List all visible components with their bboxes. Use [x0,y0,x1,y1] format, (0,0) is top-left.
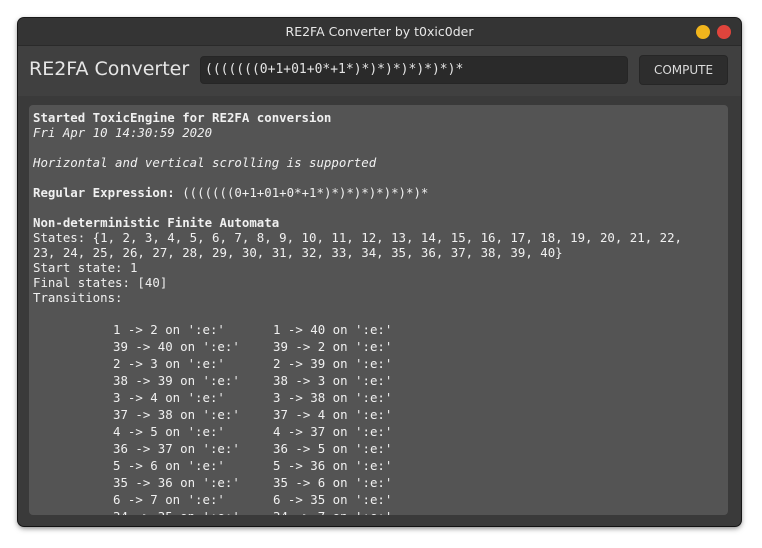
start-state-line: Start state: 1 [33,260,138,275]
transition-row: 3 -> 4 on ':e:' 3 -> 38 on ':e:' [33,389,725,406]
minimize-button[interactable] [696,25,710,39]
states-line-1: States: {1, 2, 3, 4, 5, 6, 7, 8, 9, 10, … [33,230,683,245]
transition-cell: 39 -> 40 on ':e:' [113,339,240,354]
transition-row: 36 -> 37 on ':e:' 36 -> 5 on ':e:' [33,440,725,457]
nfa-heading: Non-deterministic Finite Automata [33,215,280,230]
close-button[interactable] [717,25,731,39]
compute-button[interactable]: COMPUTE [639,55,728,85]
window-title: RE2FA Converter by t0xic0der [285,24,474,39]
transition-cell: 1 -> 2 on ':e:' [113,322,225,337]
transition-cell: 38 -> 3 on ':e:' [273,373,393,388]
title-bar[interactable]: RE2FA Converter by t0xic0der [18,18,741,46]
transition-row: 6 -> 7 on ':e:' 6 -> 35 on ':e:' [33,491,725,508]
transition-cell: 2 -> 3 on ':e:' [113,356,225,371]
transition-row: 4 -> 5 on ':e:' 4 -> 37 on ':e:' [33,423,725,440]
transition-cell: 4 -> 5 on ':e:' [113,424,225,439]
transition-cell: 36 -> 5 on ':e:' [273,441,393,456]
transitions-list: 1 -> 2 on ':e:' 1 -> 40 on ':e:' 39 -> 40 … [33,321,725,515]
transition-cell: 34 -> 35 on ':e:' [113,508,240,515]
transition-row: 35 -> 36 on ':e:' 35 -> 6 on ':e:' [33,474,725,491]
final-states-line: Final states: [40] [33,275,168,290]
transition-cell: 3 -> 4 on ':e:' [113,390,225,405]
app-header: RE2FA Converter (((((((0+1+01+0*+1*)*)*)… [18,46,741,96]
output-panel[interactable]: Started ToxicEngine for RE2FA conversion… [29,105,728,515]
transitions-label: Transitions: [33,290,123,305]
transition-cell: 39 -> 2 on ':e:' [273,339,393,354]
output-content: Started ToxicEngine for RE2FA conversion… [33,110,725,515]
states-line-2: 23, 24, 25, 26, 27, 28, 29, 30, 31, 32, … [33,245,563,260]
transition-cell: 35 -> 6 on ':e:' [273,475,393,490]
timestamp-line: Fri Apr 10 14:30:59 2020 [33,125,213,140]
regex-label: Regular Expression: [33,185,175,200]
transition-row: 1 -> 2 on ':e:' 1 -> 40 on ':e:' [33,321,725,338]
started-line: Started ToxicEngine for RE2FA conversion [33,110,332,125]
transition-cell: 1 -> 40 on ':e:' [273,322,393,337]
regex-output-value: (((((((0+1+01+0*+1*)*)*)*)*)*)*)* [174,185,429,200]
transition-row: 38 -> 39 on ':e:' 38 -> 3 on ':e:' [33,372,725,389]
transition-cell: 6 -> 35 on ':e:' [273,492,393,507]
transition-cell: 2 -> 39 on ':e:' [273,356,393,371]
transition-row: 37 -> 38 on ':e:' 37 -> 4 on ':e:' [33,406,725,423]
transition-cell: 37 -> 4 on ':e:' [273,407,393,422]
transition-row: 39 -> 40 on ':e:' 39 -> 2 on ':e:' [33,338,725,355]
transition-cell: 5 -> 6 on ':e:' [113,458,225,473]
transition-row: 5 -> 6 on ':e:' 5 -> 36 on ':e:' [33,457,725,474]
transition-row: 2 -> 3 on ':e:' 2 -> 39 on ':e:' [33,355,725,372]
app-window: RE2FA Converter by t0xic0der RE2FA Conve… [18,18,741,526]
transition-row: 34 -> 35 on ':e:' 34 -> 7 on ':e:' [33,508,725,515]
scroll-note: Horizontal and vertical scrolling is sup… [33,155,377,170]
transition-cell: 36 -> 37 on ':e:' [113,441,240,456]
transition-cell: 5 -> 36 on ':e:' [273,458,393,473]
transition-cell: 34 -> 7 on ':e:' [273,508,392,515]
transition-cell: 3 -> 38 on ':e:' [273,390,393,405]
regex-line: Regular Expression: (((((((0+1+01+0*+1*)… [33,185,725,200]
transition-cell: 35 -> 36 on ':e:' [113,475,240,490]
app-title: RE2FA Converter [29,58,190,80]
transition-cell: 38 -> 39 on ':e:' [113,373,240,388]
transition-cell: 37 -> 38 on ':e:' [113,407,240,422]
transition-cell: 6 -> 7 on ':e:' [113,492,225,507]
transition-cell: 4 -> 37 on ':e:' [273,424,393,439]
regex-input[interactable]: (((((((0+1+01+0*+1*)*)*)*)*)*)*)* [200,56,628,84]
